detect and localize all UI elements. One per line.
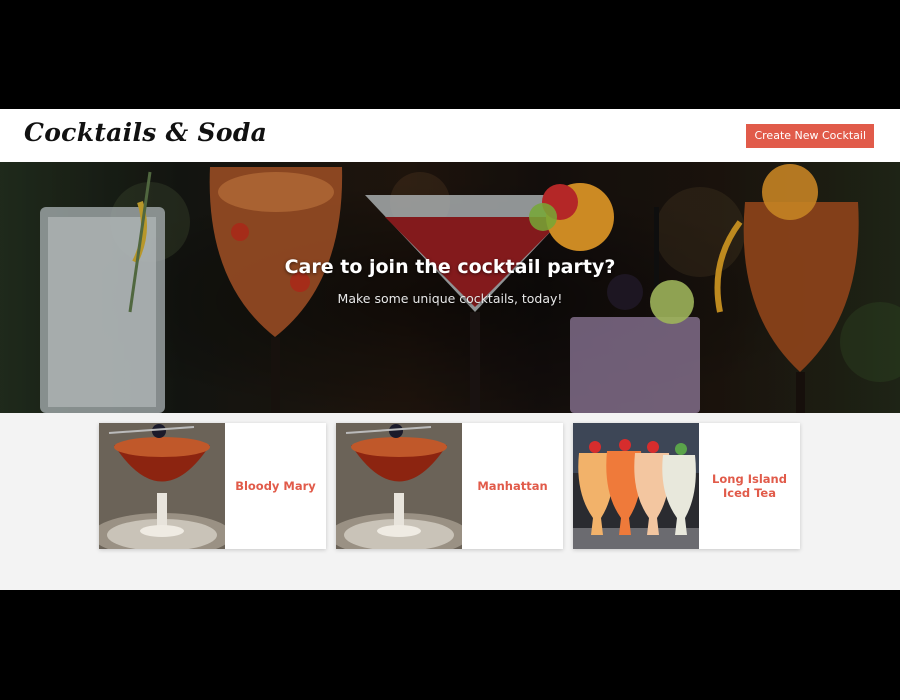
hero-background-photo xyxy=(0,162,900,413)
card-title: Bloody Mary xyxy=(235,479,316,493)
hero-banner: Care to join the cocktail party? Make so… xyxy=(0,162,900,413)
card-title: Long Island Iced Tea xyxy=(712,472,787,500)
cocktail-card[interactable]: Bloody Mary xyxy=(99,423,326,549)
hurricane-glasses-image xyxy=(573,423,699,549)
card-title: Manhattan xyxy=(477,479,548,493)
cocktail-card[interactable]: Long Island Iced Tea xyxy=(573,423,800,549)
top-header: Cocktails & Soda Create New Cocktail xyxy=(0,109,900,162)
coupe-cocktail-image xyxy=(336,423,462,549)
brand-logo[interactable]: Cocktails & Soda xyxy=(24,118,267,147)
cocktail-card-list: Bloody Mary Manhattan Long Island Iced T… xyxy=(99,423,800,549)
coupe-cocktail-image xyxy=(99,423,225,549)
app-viewport: Cocktails & Soda Create New Cocktail Car… xyxy=(0,109,900,590)
hero-subtitle: Make some unique cocktails, today! xyxy=(337,291,563,306)
cocktail-card[interactable]: Manhattan xyxy=(336,423,563,549)
hero-title: Care to join the cocktail party? xyxy=(284,256,616,278)
create-new-cocktail-button[interactable]: Create New Cocktail xyxy=(746,124,874,148)
